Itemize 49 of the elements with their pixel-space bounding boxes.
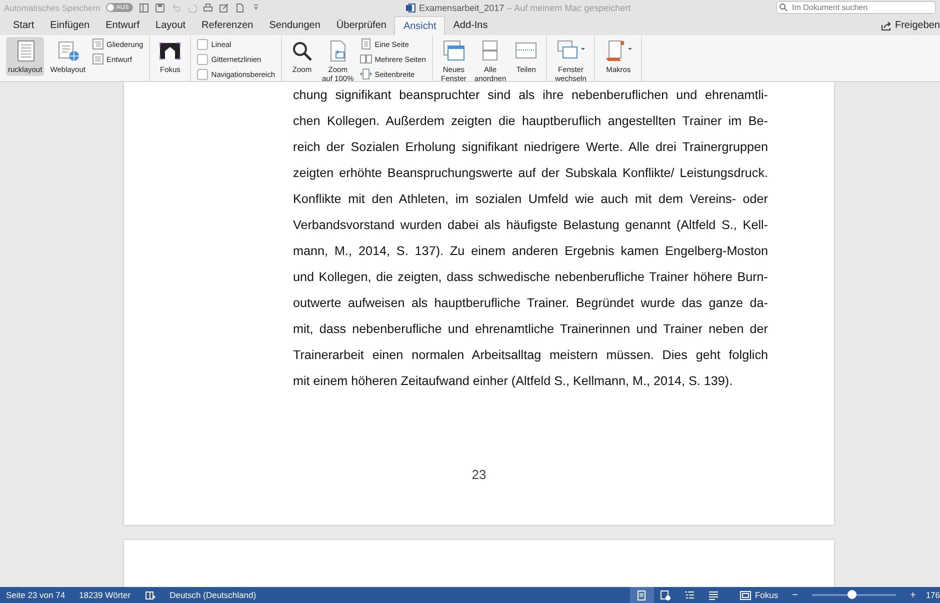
view-button[interactable] (630, 587, 654, 603)
single-page-icon (360, 38, 372, 50)
scroll-icon (603, 39, 634, 63)
checkbox[interactable] (197, 54, 208, 64)
search-field[interactable]: Im Dokument suchen (776, 1, 936, 14)
zoom-slider-thumb[interactable] (848, 590, 857, 599)
word-document-icon (406, 2, 416, 12)
checkbox[interactable] (197, 68, 208, 80)
ribbon-tab[interactable]: Entwurf (98, 16, 148, 35)
print-icon[interactable] (202, 2, 213, 12)
document-subtitle: – Auf meinem Mac gespeichert (507, 2, 631, 12)
proofing-book-icon[interactable] (144, 590, 156, 600)
checkbox[interactable] (197, 38, 208, 50)
outline-icon (92, 38, 104, 50)
multiple-pages-icon (360, 53, 372, 65)
focus-frame-icon (740, 590, 751, 600)
body-paragraph: chung signifikant beanspruchter sind als ihre nebenberuflichen und ehrenamtli- chen Kollegen. Außerdem zeigten die hauptberuflich angestellten Trainer im Be- reich der Sozialen Erholung signifikant niedrigere Werte. Alle drei Trainergruppen zeigten erhöhte Beanspruchungswerte auf der Subskala Konflikte/ Leistungsdruck. Konflikte mit den Athleten, im sozialen Umfeld wie auch mit dem Vereins- oder Verbandsvorstand wurden dabei als häufigste Belastung genannt (Altfeld S., Kell- mann, M., 2014, S. 137). Zu einem anderen Ergebnis kamen Engelberg-Moston und Kollegen, die zeigten, dass schwedische nebenberufliche Trainer höhere Burn- outwerte aufweisen als hauptberufliche Trainer. Begründet wurde das ganze da- mit, dass nebenberufliche und ehrenamtliche Trainerinnen und Trainer neben der Trainerarbeit einen normalen Arbeitsalltag meistern müssen. Dies geht folglich mit einem höheren Zeitaufwand einher (Altfeld S., Kellmann, M., 2014, S. 139). (293, 87, 768, 390)
zoom-percentage[interactable]: 176 (926, 590, 940, 600)
outline-icon (684, 590, 696, 600)
ribbon-tab[interactable]: Referenzen (194, 16, 262, 35)
document-icon[interactable] (234, 2, 245, 12)
document-title: Examensarbeit_2017 (419, 2, 504, 12)
zoom-in-button[interactable]: + (910, 590, 916, 600)
save-icon[interactable] (154, 2, 165, 12)
ribbon-tab[interactable]: Ansicht (394, 16, 446, 35)
ribbon-tab[interactable]: Überprüfen (328, 16, 394, 35)
sidebar-icon[interactable] (138, 2, 149, 12)
edit-icon[interactable] (218, 2, 229, 12)
web-page-icon (56, 39, 80, 63)
share-button[interactable]: Freigeben (876, 16, 940, 35)
autosave-label: Automatisches Speichern (4, 2, 100, 12)
share-icon (880, 20, 892, 30)
focus-button[interactable]: Fokus (740, 590, 778, 600)
page-number: 23 (472, 467, 486, 482)
page-count: Seite 23 von 74 (6, 590, 66, 600)
ribbon-tab[interactable]: Sendungen (261, 16, 328, 35)
word-count[interactable]: 18239 Wörter (79, 590, 131, 600)
web-layout-icon (660, 590, 672, 600)
ribbon-tab[interactable]: Layout (148, 16, 194, 35)
ribbon-tab[interactable]: Einfügen (42, 16, 98, 35)
language-label[interactable]: Deutsch (Deutschland) (170, 590, 256, 600)
new-window-icon (442, 39, 466, 63)
draft-icon (708, 590, 720, 600)
draft-icon (92, 53, 104, 65)
ribbon-tab[interactable]: Add-Ins (445, 16, 496, 35)
print-layout-icon (636, 590, 648, 600)
ribbon-tab[interactable]: Start (5, 16, 42, 35)
zoom-out-button[interactable]: − (792, 590, 798, 600)
magnifier-icon (290, 39, 314, 63)
